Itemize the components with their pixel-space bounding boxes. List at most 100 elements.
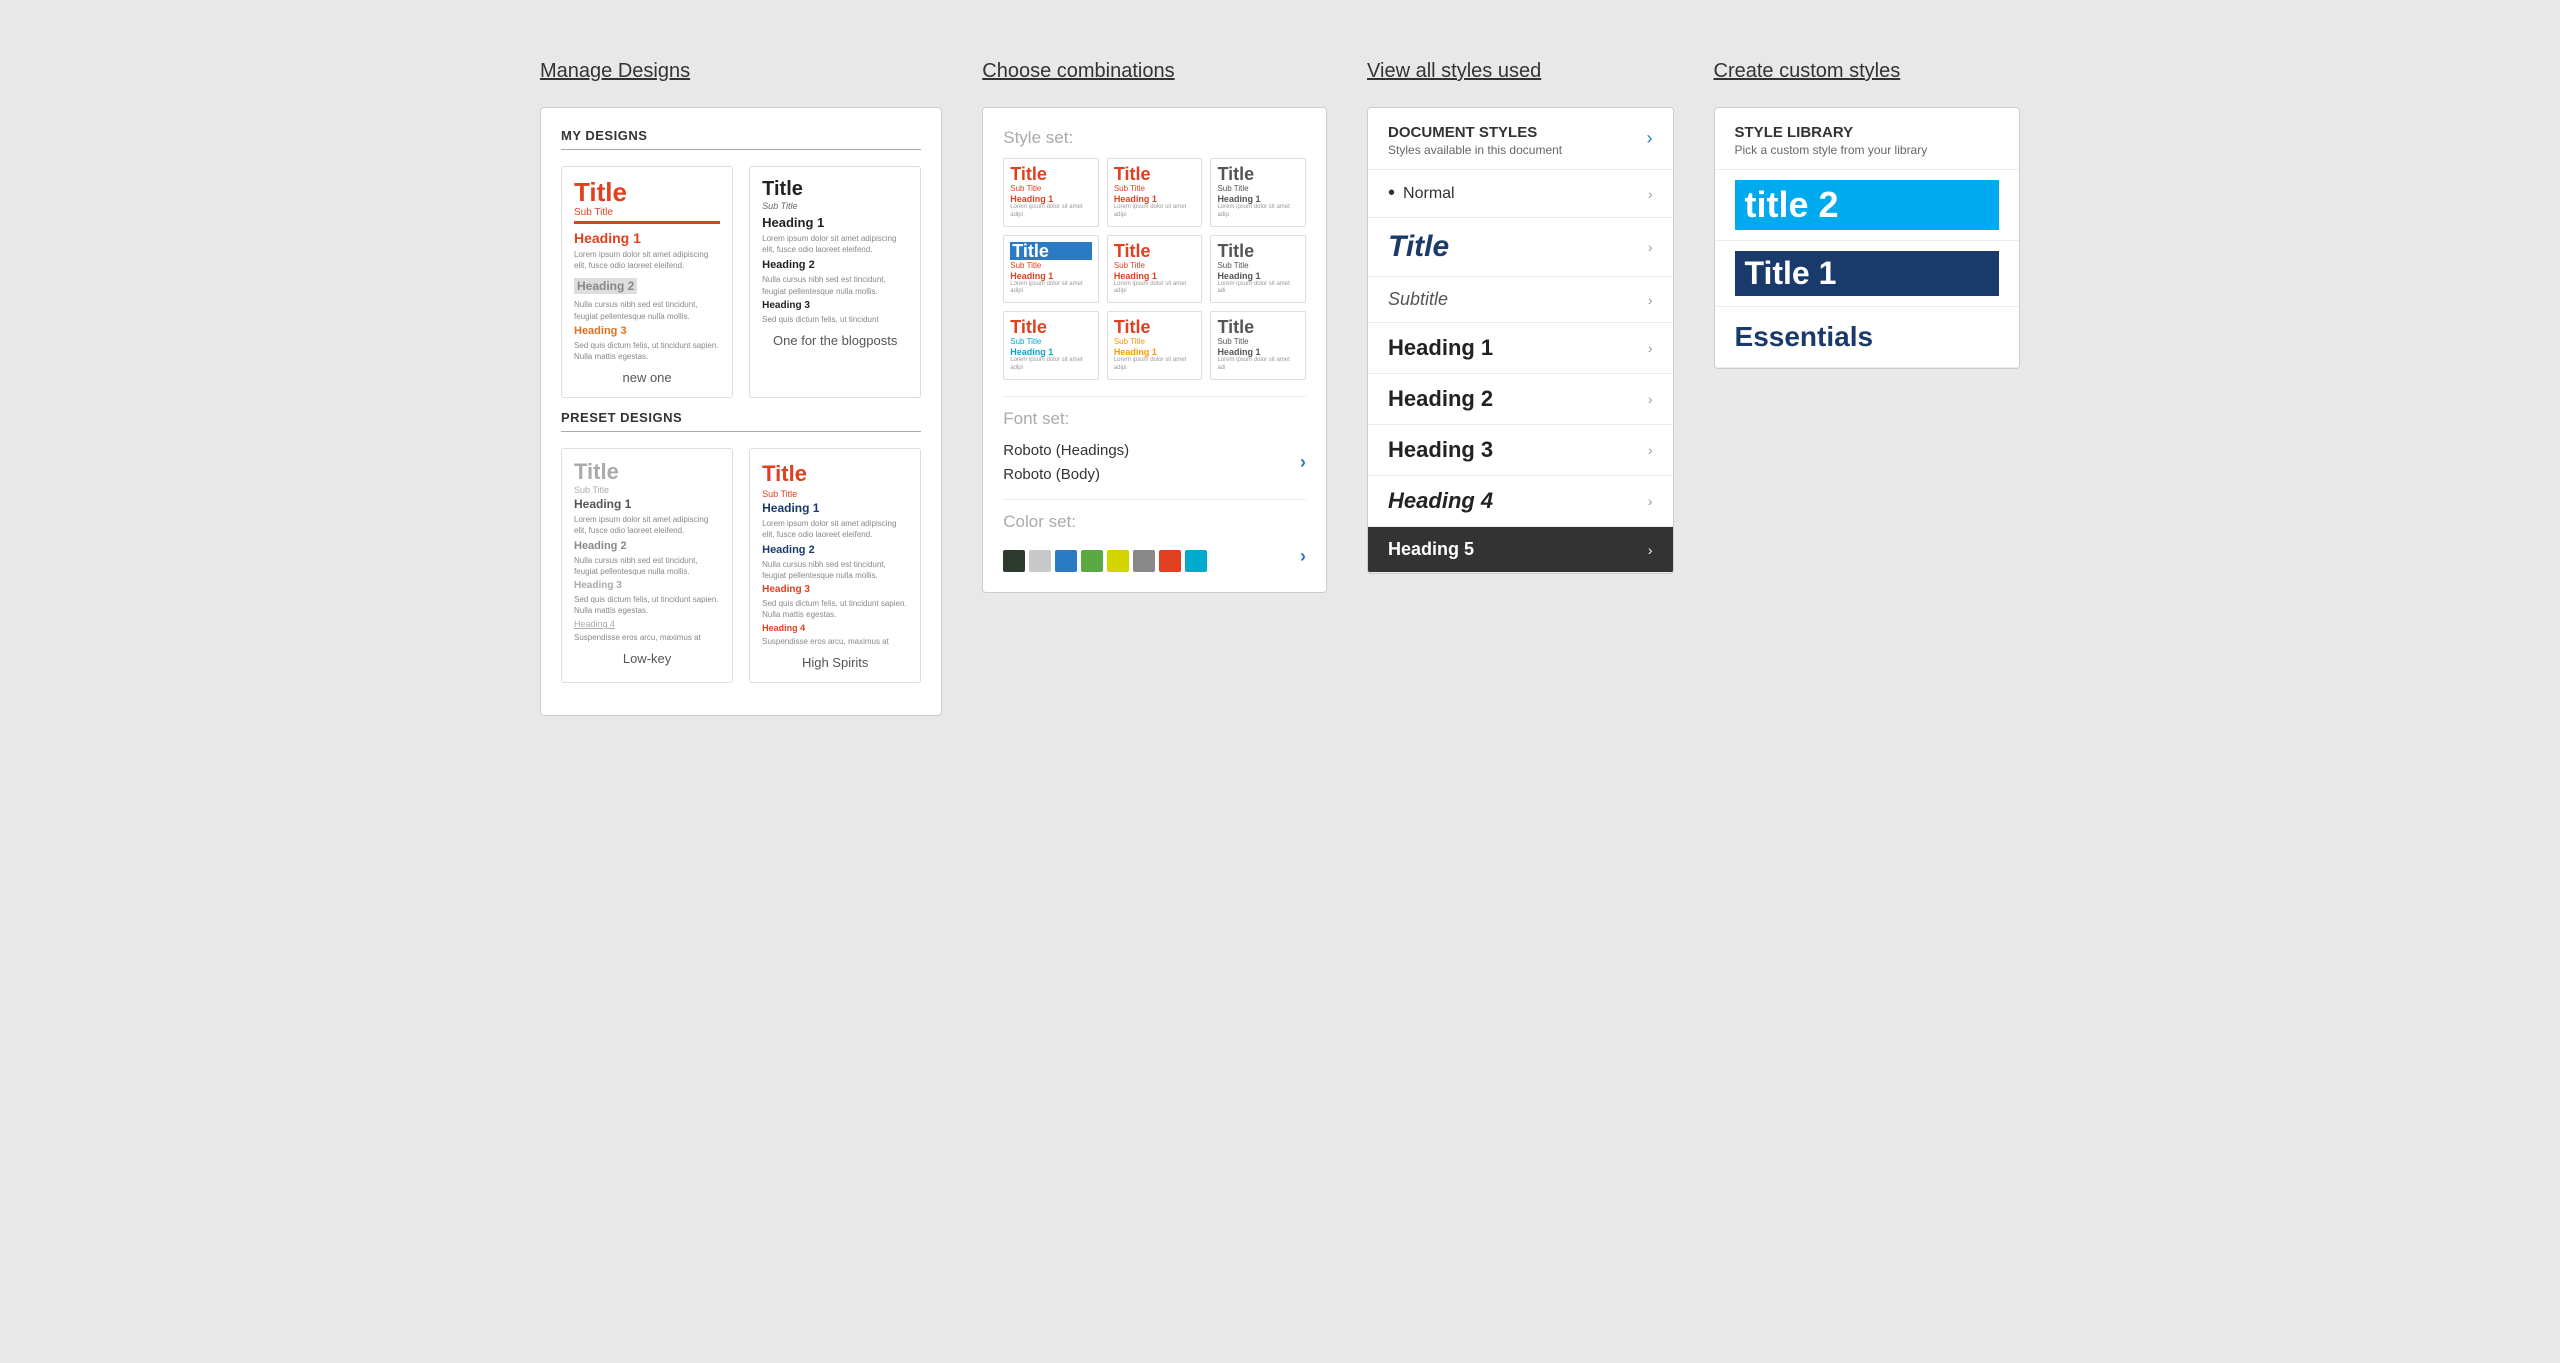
card-h4-hs: Heading 4 <box>762 623 908 633</box>
library-subheading: Pick a custom style from your library <box>1735 143 1999 157</box>
title-chevron: › <box>1648 239 1653 255</box>
style-h1-text: Heading 1 <box>1388 335 1493 361</box>
my-designs-grid: Title Sub Title Heading 1 Lorem ipsum do… <box>561 166 921 398</box>
normal-chevron: › <box>1648 186 1653 202</box>
style-item-h4[interactable]: Heading 4 › <box>1368 476 1672 527</box>
card-name-lowkey: Low-key <box>574 651 720 666</box>
style-item-h3[interactable]: Heading 3 › <box>1368 425 1672 476</box>
h4-chevron: › <box>1648 493 1653 509</box>
card-subtitle-blk: Sub Title <box>762 201 908 211</box>
design-card-new-one[interactable]: Title Sub Title Heading 1 Lorem ipsum do… <box>561 166 733 398</box>
style-set-label: Style set: <box>1003 128 1306 148</box>
style-card-1[interactable]: Title Sub Title Heading 1 Lorem ipsum do… <box>1003 158 1099 227</box>
sc-title-1: Title <box>1010 165 1092 183</box>
sc-h1-4: Heading 1 <box>1010 271 1092 281</box>
col2-title[interactable]: Choose combinations <box>982 60 1327 83</box>
lib-title2-text: title 2 <box>1735 180 1999 230</box>
style-subtitle-text: Subtitle <box>1388 289 1448 310</box>
sc-sub-2: Sub Title <box>1114 184 1196 193</box>
sc-h1-2: Heading 1 <box>1114 194 1196 204</box>
color-set-chevron: › <box>1300 546 1306 567</box>
sc-title-2: Title <box>1114 165 1196 183</box>
card-h1-lk: Heading 1 <box>574 497 720 511</box>
font-set-label: Font set: <box>1003 409 1306 429</box>
lib-essentials-text: Essentials <box>1735 317 1999 357</box>
sc-h1-9: Heading 1 <box>1217 347 1299 357</box>
design-card-highspirits[interactable]: Title Sub Title Heading 1 Lorem ipsum do… <box>749 448 921 683</box>
sc-h1-3: Heading 1 <box>1217 194 1299 204</box>
sc-title-3: Title <box>1217 165 1299 183</box>
card-h3: Heading 3 <box>574 325 720 337</box>
bullet-dot: • <box>1388 182 1395 205</box>
card-title: Title <box>574 179 720 205</box>
style-item-h5[interactable]: Heading 5 › <box>1368 527 1672 573</box>
card-title-blk: Title <box>762 179 908 199</box>
card-h3-blk: Heading 3 <box>762 300 908 311</box>
style-card-8[interactable]: Title Sub Title Heading 1 Lorem ipsum do… <box>1107 311 1203 380</box>
sc-title-4: Title <box>1010 242 1092 260</box>
sc-sub-1: Sub Title <box>1010 184 1092 193</box>
library-item-title2[interactable]: title 2 <box>1715 170 2019 241</box>
sc-body-9: Lorem ipsum dolor sit amet adi <box>1217 357 1299 373</box>
col3-title[interactable]: View all styles used <box>1367 60 1673 83</box>
card-h3-hs: Heading 3 <box>762 584 908 595</box>
card-title-lk: Title <box>574 461 720 483</box>
font-set-chevron: › <box>1300 452 1306 473</box>
color-set-row[interactable]: › <box>1003 542 1306 572</box>
card-body-blk: Lorem ipsum dolor sit amet adipiscing el… <box>762 233 908 255</box>
card-name-new-one: new one <box>574 370 720 385</box>
library-header: STYLE LIBRARY Pick a custom style from y… <box>1715 108 2019 170</box>
style-item-title[interactable]: Title › <box>1368 218 1672 277</box>
style-card-6[interactable]: Title Sub Title Heading 1 Lorem ipsum do… <box>1210 235 1306 304</box>
card-body3-blk: Sed quis dictum felis, ut tincidunt <box>762 314 908 325</box>
card-body2-blk: Nulla cursus nibh sed est tincidunt, feu… <box>762 274 908 296</box>
style-card-2[interactable]: Title Sub Title Heading 1 Lorem ipsum do… <box>1107 158 1203 227</box>
card-h2-blk: Heading 2 <box>762 259 908 271</box>
style-card-5[interactable]: Title Sub Title Heading 1 Lorem ipsum do… <box>1107 235 1203 304</box>
font-body: Roboto (Body) <box>1003 463 1129 487</box>
h3-chevron: › <box>1648 442 1653 458</box>
column-manage-designs: Manage Designs MY DESIGNS Title Sub Titl… <box>540 60 942 716</box>
swatch-1 <box>1003 550 1025 572</box>
sc-sub-3: Sub Title <box>1217 184 1299 193</box>
style-item-h2[interactable]: Heading 2 › <box>1368 374 1672 425</box>
styles-header: DOCUMENT STYLES Styles available in this… <box>1368 108 1672 170</box>
style-item-h1[interactable]: Heading 1 › <box>1368 323 1672 374</box>
sc-title-7: Title <box>1010 318 1092 336</box>
style-h3-text: Heading 3 <box>1388 437 1493 463</box>
swatch-5 <box>1107 550 1129 572</box>
sc-body-8: Lorem ipsum dolor sit amet adipi <box>1114 357 1196 373</box>
h1-chevron: › <box>1648 340 1653 356</box>
style-item-normal[interactable]: • Normal › <box>1368 170 1672 218</box>
card-body2-lk: Nulla cursus nibh sed est tincidunt, feu… <box>574 555 720 577</box>
col4-title[interactable]: Create custom styles <box>1714 60 2020 83</box>
style-card-4[interactable]: Title Sub Title Heading 1 Lorem ipsum do… <box>1003 235 1099 304</box>
card-body-hs: Lorem ipsum dolor sit amet adipiscing el… <box>762 518 908 540</box>
library-item-essentials[interactable]: Essentials <box>1715 307 2019 368</box>
design-card-blogposts[interactable]: Title Sub Title Heading 1 Lorem ipsum do… <box>749 166 921 398</box>
style-set-grid: Title Sub Title Heading 1 Lorem ipsum do… <box>1003 158 1306 380</box>
card-h1: Heading 1 <box>574 230 720 246</box>
card-body3: Sed quis dictum felis, ut tincidunt sapi… <box>574 340 720 362</box>
card-body3-lk: Sed quis dictum felis, ut tincidunt sapi… <box>574 594 720 616</box>
style-item-subtitle[interactable]: Subtitle › <box>1368 277 1672 323</box>
library-item-title1[interactable]: Title 1 <box>1715 241 2019 307</box>
card-name-highspirits: High Spirits <box>762 655 908 670</box>
font-headings: Roboto (Headings) <box>1003 439 1129 463</box>
swatch-3 <box>1055 550 1077 572</box>
card-h2-lk: Heading 2 <box>574 540 720 552</box>
font-set-row[interactable]: Roboto (Headings) Roboto (Body) › <box>1003 439 1306 487</box>
sc-h1-6: Heading 1 <box>1217 271 1299 281</box>
main-layout: Manage Designs MY DESIGNS Title Sub Titl… <box>540 60 2020 716</box>
style-card-3[interactable]: Title Sub Title Heading 1 Lorem ipsum do… <box>1210 158 1306 227</box>
col1-title[interactable]: Manage Designs <box>540 60 942 83</box>
styles-header-chevron: › <box>1647 128 1653 149</box>
library-panel: STYLE LIBRARY Pick a custom style from y… <box>1714 107 2020 369</box>
style-card-9[interactable]: Title Sub Title Heading 1 Lorem ipsum do… <box>1210 311 1306 380</box>
sc-title-8: Title <box>1114 318 1196 336</box>
card-body: Lorem ipsum dolor sit amet adipiscing el… <box>574 249 720 271</box>
sc-h1-7: Heading 1 <box>1010 347 1092 357</box>
style-card-7[interactable]: Title Sub Title Heading 1 Lorem ipsum do… <box>1003 311 1099 380</box>
font-set-values: Roboto (Headings) Roboto (Body) <box>1003 439 1129 487</box>
design-card-lowkey[interactable]: Title Sub Title Heading 1 Lorem ipsum do… <box>561 448 733 683</box>
